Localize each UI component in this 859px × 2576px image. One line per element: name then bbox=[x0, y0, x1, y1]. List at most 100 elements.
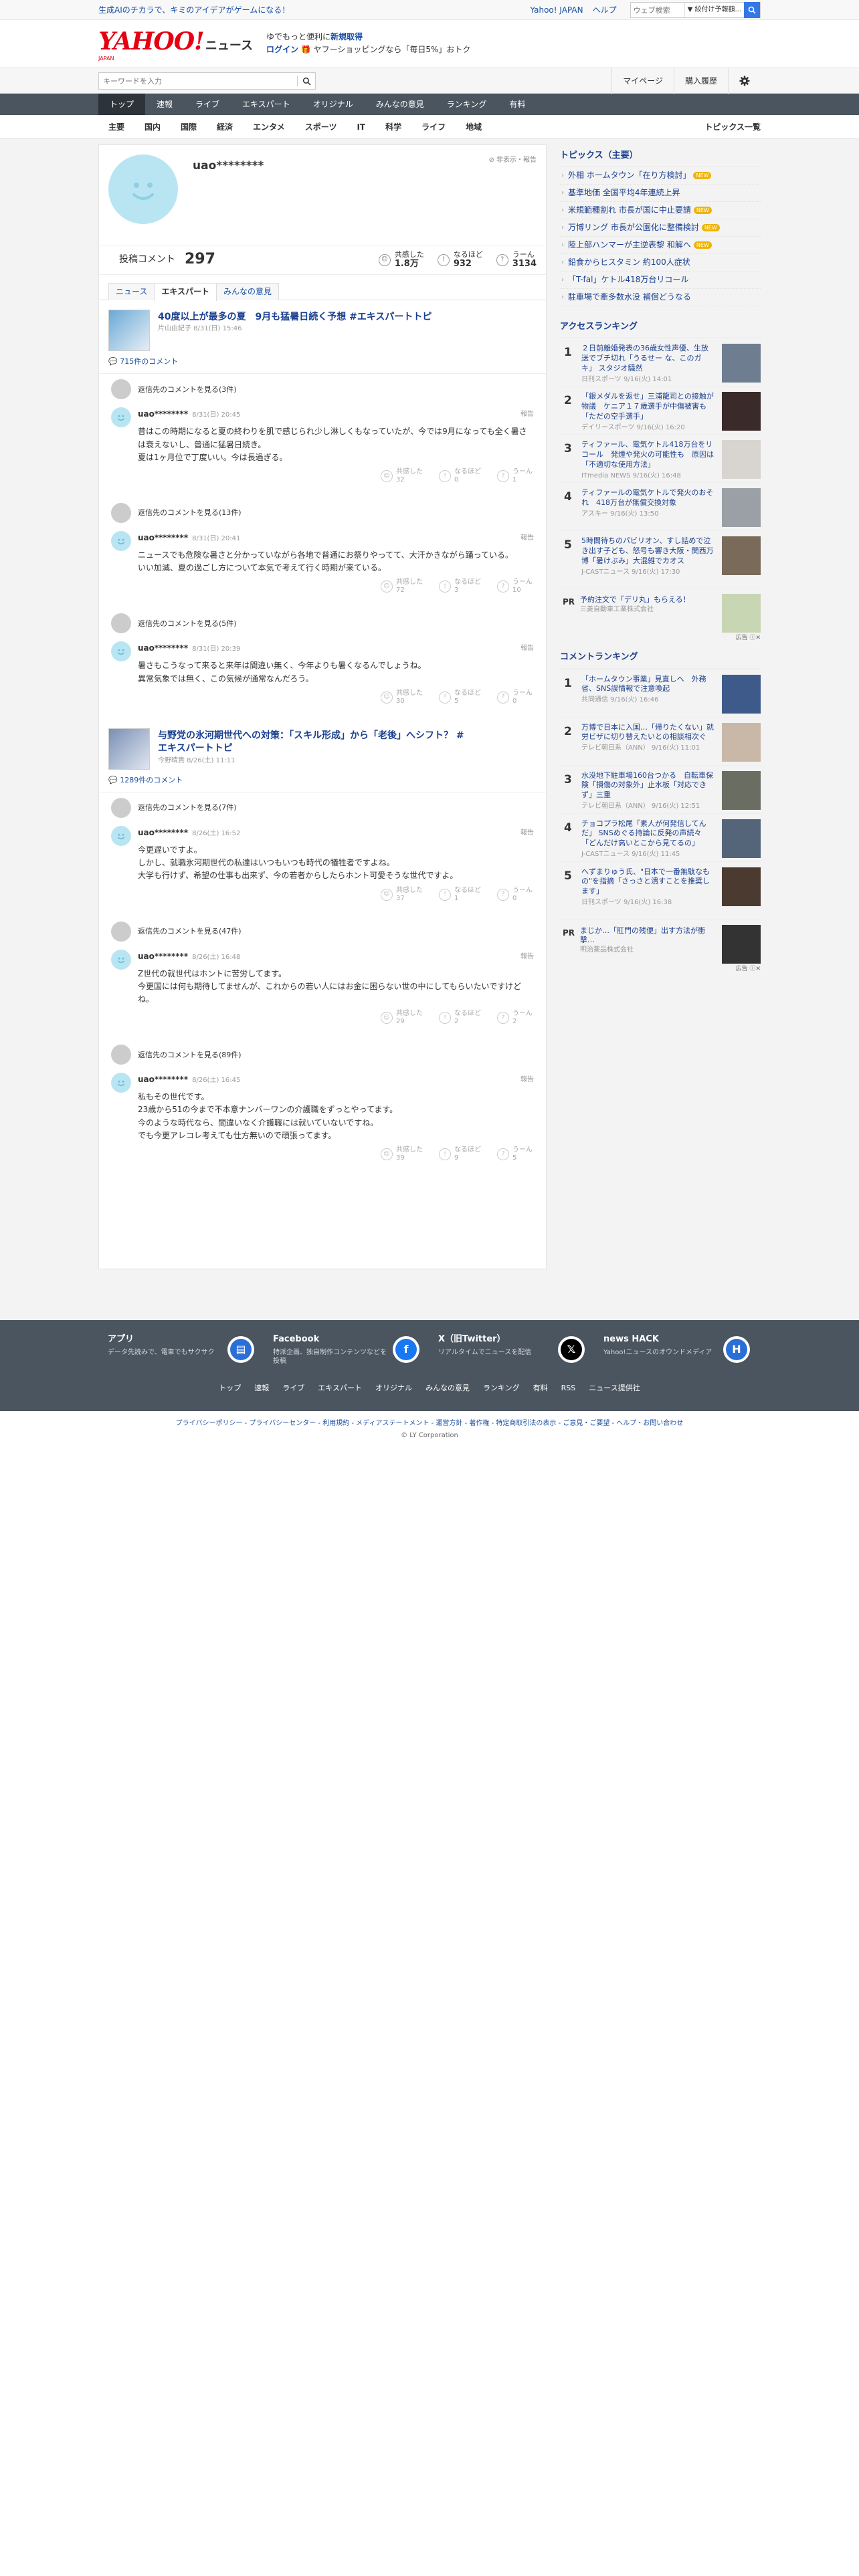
topic-item[interactable]: › 駐車場で牽多数水没 補償どうなる bbox=[560, 289, 761, 307]
hmm-button[interactable]: ? うーん 2 bbox=[497, 1010, 533, 1026]
promo-link[interactable]: 生成AIのチカラで、キミのアイデアがゲームになる！ bbox=[98, 5, 530, 16]
footer-card-1[interactable]: Facebook 特派企画、独自制作コンテンツなどを投稿 f bbox=[264, 1329, 429, 1367]
footer-link[interactable]: みんなの意見 bbox=[425, 1383, 470, 1393]
cat-main[interactable]: 主要 bbox=[98, 122, 134, 133]
ranking-item[interactable]: 1 「ホームタウン事業」見直しへ 外務省、SNS誤情報で注意喚起 共同通信 9/16… bbox=[560, 669, 761, 718]
report-link[interactable]: 報告 bbox=[520, 644, 534, 653]
ranking-item[interactable]: 4 ティファールの電気ケトルで発火のおそれ 418万台が無償交換対象 アスキー 9/… bbox=[560, 483, 761, 532]
footer-link[interactable]: ライブ bbox=[282, 1383, 304, 1393]
pr-ad-2[interactable]: PR まじか…「肛門の残便」出す方法が衝撃… 明治薬品株式会社 広告 ⓘ✕ bbox=[560, 920, 761, 972]
insight-button[interactable]: ! なるほど 3 bbox=[439, 578, 481, 595]
login-link[interactable]: ログイン bbox=[266, 45, 298, 54]
show-parent-comment[interactable]: 返信先のコメントを見る(5件) bbox=[99, 608, 546, 639]
comment-user[interactable]: uao******** bbox=[138, 409, 188, 419]
footer-link[interactable]: エキスパート bbox=[318, 1383, 362, 1393]
article-title[interactable]: 与野党の氷河期世代への対策：「スキル形成」から「老後」へシフト？ #エキスパート… bbox=[158, 730, 466, 755]
footer-link[interactable]: トップ bbox=[219, 1383, 241, 1393]
cat-science[interactable]: 科学 bbox=[375, 122, 411, 133]
report-link[interactable]: 報告 bbox=[520, 534, 534, 543]
empathy-button[interactable]: ☺ 共感した 39 bbox=[381, 1146, 423, 1162]
cat-life[interactable]: ライフ bbox=[411, 122, 456, 133]
web-search-input[interactable] bbox=[630, 3, 684, 17]
insight-button[interactable]: ! なるほど 2 bbox=[439, 1010, 481, 1026]
article-title[interactable]: 40度以上が最多の夏 9月も猛暑日続く予想 #エキスパートトピ bbox=[158, 311, 466, 324]
ranking-item[interactable]: 2 「銀メダルを返せ」三浦龍司との接触が物議 ケニア１７歳選手が中傷被害も「ただの… bbox=[560, 387, 761, 435]
ranking-item[interactable]: 1 ２日前離婚発表の36歳女性声優、生放送でブチ切れ「うるせー な、このガキ」 ス… bbox=[560, 338, 761, 387]
tab-opinions[interactable]: みんなの意見 bbox=[216, 283, 280, 300]
hmm-button[interactable]: ? うーん 5 bbox=[497, 1146, 533, 1162]
legal-links[interactable]: プライバシーポリシー - プライバシーセンター - 利用規約 - メディアステー… bbox=[0, 1419, 859, 1428]
insight-button[interactable]: ! なるほど 9 bbox=[439, 1146, 481, 1162]
comment-user[interactable]: uao******** bbox=[138, 533, 188, 542]
mypage-link[interactable]: マイページ bbox=[611, 68, 674, 94]
footer-link[interactable]: オリジナル bbox=[375, 1383, 412, 1393]
nav-original[interactable]: オリジナル bbox=[302, 94, 365, 115]
report-link[interactable]: 報告 bbox=[520, 1075, 534, 1085]
hide-report-link[interactable]: ⊘ 非表示・報告 bbox=[488, 156, 537, 165]
cat-it[interactable]: IT bbox=[347, 122, 375, 133]
empathy-button[interactable]: ☺ 共感した 37 bbox=[381, 887, 423, 903]
article-thumbnail[interactable] bbox=[108, 728, 150, 770]
hmm-button[interactable]: ? うーん 0 bbox=[497, 887, 533, 903]
nav-opinions[interactable]: みんなの意見 bbox=[365, 94, 436, 115]
empathy-button[interactable]: ☺ 共感した 29 bbox=[381, 1010, 423, 1026]
show-parent-comment[interactable]: 返信先のコメントを見る(3件) bbox=[99, 374, 546, 405]
footer-link[interactable]: 速報 bbox=[254, 1383, 269, 1393]
show-parent-comment[interactable]: 返信先のコメントを見る(47件) bbox=[99, 916, 546, 947]
nav-breaking[interactable]: 速報 bbox=[145, 94, 184, 115]
cat-domestic[interactable]: 国内 bbox=[134, 122, 171, 133]
topic-item[interactable]: › 基準地価 全国平均4年連続上昇 bbox=[560, 185, 761, 203]
nav-expert[interactable]: エキスパート bbox=[231, 94, 302, 115]
purchase-history-link[interactable]: 購入履歴 bbox=[673, 68, 728, 94]
comment-user[interactable]: uao******** bbox=[138, 1075, 188, 1084]
empathy-button[interactable]: ☺ 共感した 72 bbox=[381, 578, 423, 595]
show-parent-comment[interactable]: 返信先のコメントを見る(13件) bbox=[99, 497, 546, 528]
insight-button[interactable]: ! なるほど 1 bbox=[439, 887, 481, 903]
comment-count-link[interactable]: 💬 1289件のコメント bbox=[99, 775, 546, 793]
show-parent-comment[interactable]: 返信先のコメントを見る(7件) bbox=[99, 792, 546, 824]
tab-expert[interactable]: エキスパート bbox=[154, 283, 217, 301]
settings-button[interactable] bbox=[728, 68, 761, 94]
report-link[interactable]: 報告 bbox=[520, 410, 534, 419]
help-link[interactable]: ヘルプ bbox=[593, 5, 617, 16]
pr-ad-1[interactable]: PR 予約注文で「デリ丸」もらえる！ 三菱自動車工業株式会社 広告 ⓘ✕ bbox=[560, 588, 761, 641]
nav-live[interactable]: ライブ bbox=[184, 94, 231, 115]
ranking-item[interactable]: 4 チョコプラ松尾「素人が何発信してんだ」 SNSめぐる持論に反発の声続々「どんだ… bbox=[560, 814, 761, 862]
nav-ranking[interactable]: ランキング bbox=[436, 94, 498, 115]
ranking-item[interactable]: 3 水没地下駐車場160台つかる 自転車保険「損傷の対象外」止水板「対応できず」三… bbox=[560, 766, 761, 814]
signup-link[interactable]: 新規取得 bbox=[330, 32, 363, 41]
nav-top[interactable]: トップ bbox=[98, 94, 146, 115]
ranking-item[interactable]: 5 5時間待ちのパビリオン、すし詰めで泣き出す子ども、怒号も響き大阪・関西万博「暑… bbox=[560, 531, 761, 589]
insight-button[interactable]: ! なるほど 5 bbox=[439, 689, 481, 706]
article-item[interactable]: 40度以上が最多の夏 9月も猛暑日続く予想 #エキスパートトピ 片山由紀子 8/3… bbox=[99, 300, 546, 356]
shopping-promo[interactable]: 🎁 ヤフーショッピングなら「毎日5%」おトク bbox=[301, 45, 471, 54]
report-link[interactable]: 報告 bbox=[520, 952, 534, 962]
cat-local[interactable]: 地域 bbox=[456, 122, 492, 133]
cat-business[interactable]: 経済 bbox=[207, 122, 243, 133]
cat-entertainment[interactable]: エンタメ bbox=[243, 122, 295, 133]
comment-user[interactable]: uao******** bbox=[138, 828, 188, 837]
topic-item[interactable]: › 外相 ホームタウン「在り方検討」 NEW bbox=[560, 167, 761, 185]
cat-sports[interactable]: スポーツ bbox=[295, 122, 347, 133]
comment-user[interactable]: uao******** bbox=[138, 643, 188, 653]
topic-item[interactable]: › 万博リング 市長が公園化に整備検討 NEW bbox=[560, 219, 761, 237]
search-select[interactable]: ▼ 絞付け予報額... bbox=[684, 3, 744, 17]
hmm-button[interactable]: ? うーん 0 bbox=[497, 689, 533, 706]
cat-world[interactable]: 国際 bbox=[171, 122, 207, 133]
footer-link[interactable]: ニュース提供社 bbox=[589, 1383, 640, 1393]
topics-list-link[interactable]: トピックス一覧 bbox=[704, 122, 761, 133]
comment-user[interactable]: uao******** bbox=[138, 952, 188, 961]
footer-card-0[interactable]: アプリ データ先読みで、電車でもサクサク ▤ bbox=[98, 1329, 264, 1367]
keyword-input[interactable] bbox=[99, 73, 297, 89]
insight-button[interactable]: ! なるほど 0 bbox=[439, 468, 481, 484]
empathy-button[interactable]: ☺ 共感した 30 bbox=[381, 689, 423, 706]
yahoo-japan-link[interactable]: Yahoo! JAPAN bbox=[530, 5, 583, 16]
show-parent-comment[interactable]: 返信先のコメントを見る(89件) bbox=[99, 1039, 546, 1071]
web-search-button[interactable] bbox=[744, 2, 760, 18]
ranking-item[interactable]: 3 ティファール、電気ケトル418万台をリコール 発煙や発火の可能性も 原因は「不… bbox=[560, 435, 761, 484]
logo[interactable]: YAHOO! ニュース JAPAN bbox=[98, 25, 253, 62]
footer-link[interactable]: RSS bbox=[561, 1383, 576, 1393]
topic-item[interactable]: › 陸上部ハンマーが主逆表黎 和解へ NEW bbox=[560, 237, 761, 255]
ranking-item[interactable]: 5 へずまりゅう氏、"日本で一番無駄なもの"を指摘「さっさと潰すことを推奨します」… bbox=[560, 862, 761, 920]
article-item[interactable]: 与野党の氷河期世代への対策：「スキル形成」から「老後」へシフト？ #エキスパート… bbox=[99, 719, 546, 775]
